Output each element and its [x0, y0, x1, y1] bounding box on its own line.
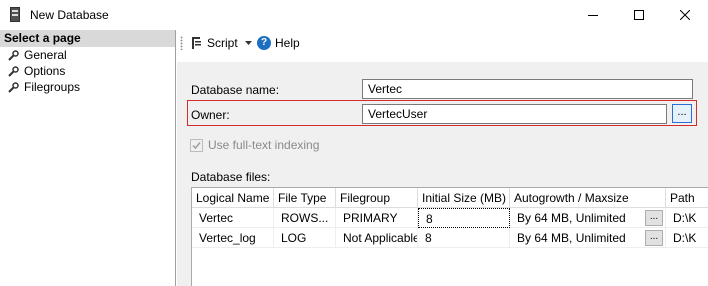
select-page-header: Select a page [0, 30, 175, 47]
toolbar: Script ? Help [177, 30, 708, 56]
script-dropdown-button[interactable] [245, 34, 252, 52]
table-cell-file-type[interactable]: LOG [274, 228, 336, 248]
table-cell-autogrowth[interactable]: By 64 MB, Unlimited [510, 208, 666, 228]
minimize-icon [588, 15, 598, 16]
table-cell-autogrowth[interactable]: By 64 MB, Unlimited [510, 228, 666, 248]
help-icon: ? [257, 36, 271, 50]
title-bar: New Database [0, 0, 708, 30]
close-button[interactable] [662, 0, 708, 30]
fulltext-label: Use full-text indexing [208, 138, 320, 152]
column-header-path[interactable]: Path [666, 188, 708, 208]
fulltext-checkbox[interactable] [190, 139, 203, 152]
table-cell-file-type[interactable]: ROWS... [274, 208, 336, 228]
owner-input[interactable]: VertecUser [362, 104, 667, 124]
sidebar-item-label: General [24, 48, 67, 62]
sidebar-item-label: Options [24, 64, 66, 78]
sidebar-item-options[interactable]: Options [0, 63, 175, 79]
script-label: Script [207, 36, 238, 50]
column-header-initial-size[interactable]: Initial Size (MB) [418, 188, 510, 208]
caret-down-icon [245, 41, 252, 45]
owner-browse-button[interactable]: ... [672, 104, 692, 123]
wrench-icon [8, 65, 19, 77]
autogrowth-browse-button[interactable]: ... [645, 230, 663, 246]
close-icon [680, 10, 690, 20]
maximize-icon [634, 10, 644, 20]
sidebar-item-general[interactable]: General [0, 47, 175, 63]
database-name-input[interactable]: Vertec [362, 79, 693, 99]
script-button[interactable]: Script [189, 34, 238, 52]
wrench-icon [8, 49, 19, 61]
table-cell-initial-size[interactable]: 8 [418, 228, 510, 248]
wrench-icon [8, 81, 19, 93]
sidebar-item-filegroups[interactable]: Filegroups [0, 79, 175, 95]
table-cell-logical-name[interactable]: Vertec [192, 208, 274, 228]
table-cell-path[interactable]: D:\K [666, 208, 708, 228]
database-files-label: Database files: [191, 170, 271, 184]
minimize-button[interactable] [570, 0, 616, 30]
checkmark-icon [192, 142, 201, 150]
table-cell-logical-name[interactable]: Vertec_log [192, 228, 274, 248]
help-button[interactable]: ? Help [257, 34, 300, 52]
database-app-icon [10, 7, 20, 22]
column-header-file-type[interactable]: File Type [274, 188, 336, 208]
help-label: Help [275, 36, 300, 50]
column-header-autogrowth[interactable]: Autogrowth / Maxsize [510, 188, 666, 208]
table-cell-path[interactable]: D:\K [666, 228, 708, 248]
table-cell-filegroup[interactable]: PRIMARY [336, 208, 418, 228]
database-files-grid[interactable]: Logical Name File Type Filegroup Initial… [191, 187, 708, 286]
owner-label: Owner: [191, 108, 230, 122]
database-name-label: Database name: [191, 83, 280, 97]
maximize-button[interactable] [616, 0, 662, 30]
column-header-filegroup[interactable]: Filegroup [336, 188, 418, 208]
general-page-content: Database name: Vertec Owner: VertecUser … [177, 62, 708, 286]
table-cell-filegroup[interactable]: Not Applicable [336, 228, 418, 248]
column-header-logical-name[interactable]: Logical Name [192, 188, 274, 208]
table-cell-initial-size[interactable]: 8 [418, 208, 510, 228]
sidebar-item-label: Filegroups [24, 80, 81, 94]
toolbar-grip[interactable] [180, 36, 183, 50]
window-title: New Database [30, 8, 109, 22]
script-icon [192, 37, 201, 49]
autogrowth-browse-button[interactable]: ... [645, 210, 663, 226]
page-selector-pane: Select a page General Options Filegroups [0, 30, 176, 286]
